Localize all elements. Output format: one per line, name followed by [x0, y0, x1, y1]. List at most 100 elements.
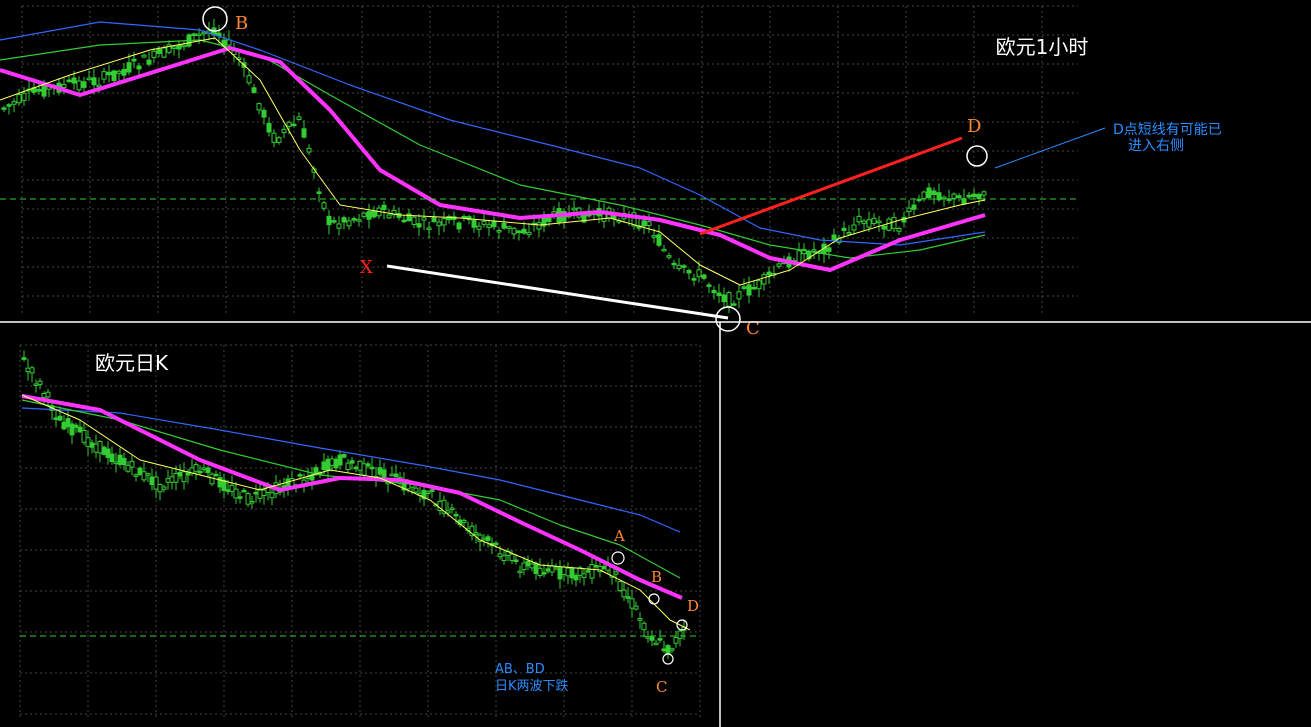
bottom-candle-body: [517, 570, 523, 574]
bottom-candle-body: [665, 645, 671, 655]
top-candle-body: [266, 123, 272, 133]
top-candle-body: [911, 204, 917, 210]
top-candle-body: [1, 107, 7, 110]
bottom-candle-body: [533, 562, 539, 575]
top-candle-body: [176, 44, 182, 50]
bottom-candle-body: [569, 567, 575, 579]
bottom-candle-body: [601, 565, 607, 570]
top-candle-body: [161, 47, 167, 58]
top-point-b-label: B: [235, 13, 248, 34]
bottom-candle-body: [501, 555, 507, 562]
top-candle-body: [671, 262, 677, 266]
bottom-candle-body: [393, 473, 399, 478]
top-candle-body: [976, 193, 982, 200]
top-candle-body: [71, 77, 77, 84]
bottom-candle-body: [425, 491, 431, 495]
top-candle-body: [501, 222, 507, 229]
top-candle-body: [256, 103, 262, 111]
top-candle-body: [301, 128, 307, 138]
bottom-candle-body: [141, 471, 147, 481]
top-candle-body: [966, 194, 972, 198]
bottom-candle-body: [97, 440, 103, 454]
bottom-candle-body: [161, 486, 167, 490]
top-candle-body: [766, 271, 772, 276]
bottom-candle-body: [109, 453, 115, 463]
top-candle-body: [866, 219, 872, 228]
bottom-candle-body: [29, 367, 35, 374]
bottom-candle-body: [297, 474, 303, 477]
bottom-candle-body: [389, 473, 395, 477]
top-candle-body: [401, 219, 407, 223]
bottom-candle-body: [557, 567, 563, 580]
bottom-candle-body: [125, 464, 131, 472]
top-candle-body: [316, 191, 322, 194]
top-candle-body: [661, 248, 667, 252]
top-candle-body: [281, 128, 287, 134]
top-candle-body: [181, 44, 187, 48]
top-candle-body: [456, 222, 462, 230]
top-candle-body: [431, 216, 437, 222]
top-candle-body: [546, 217, 552, 223]
top-candle-body: [741, 286, 747, 289]
bottom-candle-body: [493, 542, 499, 546]
bottom-candle-body: [233, 488, 239, 499]
top-candle-body: [926, 187, 932, 199]
top-candle-body: [151, 50, 157, 58]
bottom-candle-body: [573, 575, 579, 581]
bottom-candle-body: [81, 429, 87, 443]
bottom-candle-body: [261, 489, 267, 496]
bottom-candle-body: [341, 454, 347, 458]
top-candle-body: [941, 196, 947, 200]
top-candle-body: [146, 59, 152, 65]
bottom-candle-body: [585, 570, 591, 573]
top-candle-body: [381, 204, 387, 210]
top-candle-body: [41, 84, 47, 97]
bottom-candle-body: [345, 462, 351, 471]
bottom-candle-body: [117, 454, 123, 465]
top-candle-body: [386, 214, 392, 219]
top-candle-body: [876, 220, 882, 224]
top-candle-body: [536, 222, 542, 230]
bottom-candle-body: [645, 636, 651, 639]
bottom-candle-body: [673, 636, 679, 644]
top-point-d-label: D: [967, 116, 981, 137]
bottom-candle-body: [481, 537, 487, 541]
top-candle-body: [426, 227, 432, 230]
bottom-candle-body: [445, 510, 451, 514]
top-candle-body: [686, 269, 692, 274]
bottom-candle-body: [521, 562, 527, 571]
top-candle-body: [971, 193, 977, 198]
top-candle-body: [646, 221, 652, 227]
bottom-candle-body: [249, 500, 255, 504]
bottom-candle-body: [625, 596, 631, 599]
top-candle-body: [751, 286, 757, 290]
top-candle-body: [261, 109, 267, 118]
bottom-candle-body: [669, 648, 675, 651]
bottom-candle-body: [153, 476, 159, 490]
top-candle-body: [191, 33, 197, 37]
top-candle-body: [656, 234, 662, 246]
top-candle-body: [921, 191, 927, 200]
top-candle-body: [331, 220, 337, 223]
bottom-candle-body: [121, 457, 127, 466]
top-candle-body: [701, 274, 707, 279]
bottom-candle-body: [565, 567, 571, 577]
top-candle-body: [861, 220, 867, 224]
top-candle-body: [81, 81, 87, 88]
top-candle-body: [131, 58, 137, 62]
bottom-candle-body: [553, 566, 559, 570]
top-candle-body: [201, 31, 207, 35]
bottom-point-a-label: A: [613, 527, 625, 545]
bottom-candle-body: [473, 532, 479, 535]
top-candle-body: [291, 123, 297, 127]
bottom-candle-body: [193, 464, 199, 472]
top-candle-body: [326, 215, 332, 226]
bottom-candle-body: [613, 571, 619, 575]
top-candle-body: [676, 264, 682, 270]
top-candle-body: [481, 220, 487, 225]
bottom-candle-body: [209, 473, 215, 485]
top-candle-body: [336, 223, 342, 229]
top-candle-body: [91, 77, 97, 86]
bottom-candle-body: [461, 519, 467, 523]
top-candle-body: [856, 215, 862, 223]
